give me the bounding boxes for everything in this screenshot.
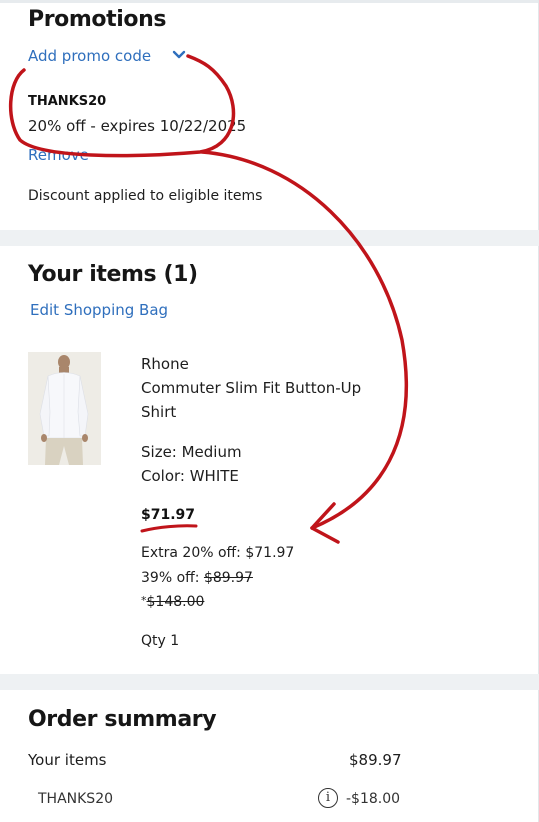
top-divider: [0, 0, 539, 3]
info-icon[interactable]: i: [318, 788, 338, 808]
product-brand: Rhone: [141, 355, 189, 373]
items-title: Your items (1): [28, 262, 198, 287]
annotation-arrow-head: [310, 502, 340, 544]
add-promo-code-link[interactable]: Add promo code: [28, 47, 151, 65]
product-price: $71.97: [141, 507, 196, 523]
product-color: Color: WHITE: [141, 467, 239, 485]
product-image[interactable]: [28, 352, 101, 465]
section-divider: [0, 674, 539, 690]
percent-discount-label: 39% off:: [141, 570, 204, 586]
discount-note: Discount applied to eligible items: [28, 188, 263, 204]
product-name: Commuter Slim Fit Button-Up: [141, 379, 362, 397]
product-size: Size: Medium: [141, 443, 242, 461]
original-price-value: $148.00: [146, 594, 205, 610]
section-divider: [0, 230, 539, 246]
percent-discount: 39% off: $89.97: [141, 570, 253, 586]
summary-promo-label: THANKS20: [38, 791, 114, 807]
product-qty: Qty 1: [141, 633, 180, 649]
summary-promo-value: -$18.00: [346, 791, 401, 807]
remove-promo-link[interactable]: Remove: [28, 146, 89, 164]
promo-description: 20% off - expires 10/22/2025: [28, 117, 247, 135]
product-name-cont: Shirt: [141, 403, 177, 421]
original-price: *$148.00: [141, 594, 204, 610]
summary-items-label: Your items: [28, 751, 107, 769]
summary-items-value: $89.97: [349, 751, 402, 769]
promo-code-applied: THANKS20: [28, 94, 107, 109]
checkout-page: Promotions Add promo code THANKS20 20% o…: [0, 0, 539, 822]
extra-discount: Extra 20% off: $71.97: [141, 545, 295, 561]
promotions-title: Promotions: [28, 7, 167, 32]
chevron-down-icon[interactable]: [172, 49, 186, 61]
edit-shopping-bag-link[interactable]: Edit Shopping Bag: [30, 301, 168, 319]
percent-discount-price: $89.97: [203, 570, 253, 586]
annotation-underline: [140, 524, 198, 533]
order-summary-title: Order summary: [28, 707, 217, 732]
